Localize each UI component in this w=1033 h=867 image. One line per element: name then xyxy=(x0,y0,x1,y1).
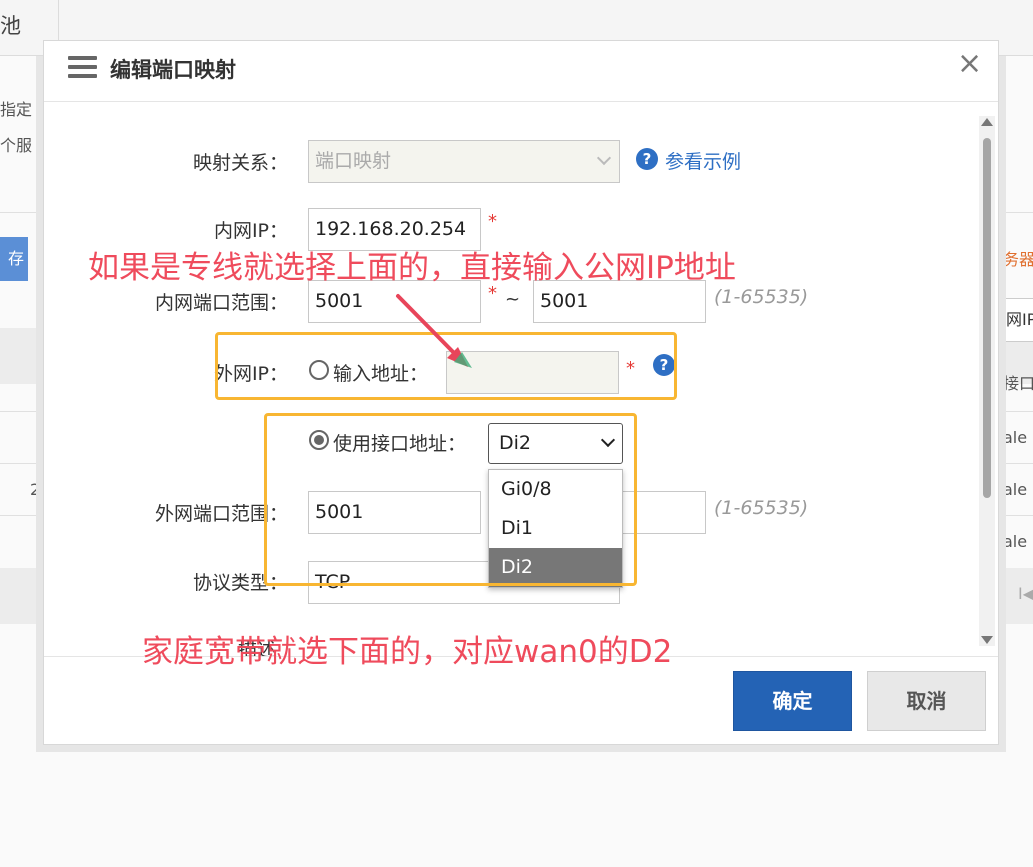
annotation-bottom-note: 家庭宽带就选下面的，对应wan0的D2 xyxy=(142,634,673,670)
annotation-top-note: 如果是专线就选择上面的，直接输入公网IP地址 xyxy=(88,250,736,286)
annotation-arrow-icon xyxy=(396,294,472,368)
arrow-shaft xyxy=(396,294,460,359)
